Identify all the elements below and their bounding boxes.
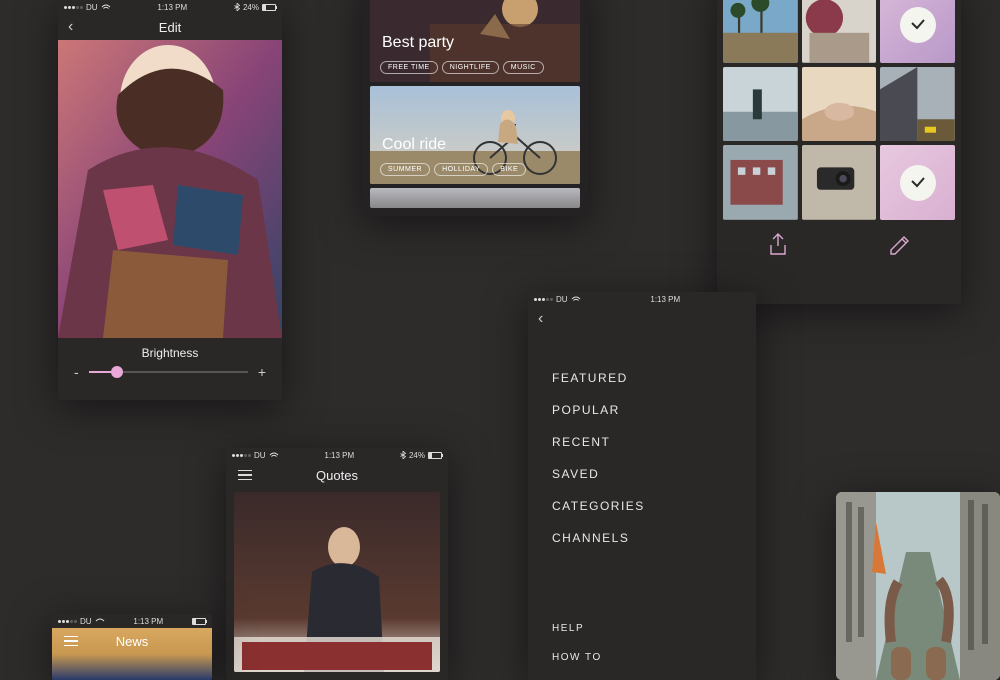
bluetooth-icon [400, 451, 406, 459]
feed-card-ride[interactable]: Cool ride SUMMER HOLLIDAY BIKE [370, 86, 580, 184]
gallery-thumb[interactable] [802, 145, 877, 220]
status-bar: DU 1:13 PM 24% [58, 0, 282, 14]
gallery-thumb[interactable] [880, 145, 955, 220]
battery-icon [192, 618, 206, 625]
wifi-icon [101, 3, 111, 11]
nav-title: Edit [159, 20, 181, 35]
carrier-label: DU [80, 617, 92, 626]
wifi-icon [571, 295, 581, 303]
menu-list-primary: FEATURED POPULAR RECENT SAVED CATEGORIES… [528, 332, 756, 564]
tag-pill[interactable]: MUSIC [503, 61, 544, 74]
status-bar: DU 1:13 PM [528, 292, 756, 306]
nav-bar: News [52, 628, 212, 654]
share-button[interactable] [764, 231, 792, 264]
gallery-thumb[interactable] [880, 0, 955, 63]
menu-item-howto[interactable]: HOW TO [552, 643, 732, 672]
quotes-phone: DU 1:13 PM 24% Quotes [226, 448, 448, 680]
status-bar: DU 1:13 PM 24% [226, 448, 448, 462]
menu-item-popular[interactable]: POPULAR [552, 394, 732, 426]
menu-item-recent[interactable]: RECENT [552, 426, 732, 458]
battery-pct-label: 24% [243, 3, 259, 12]
nav-bar: ‹ Edit [58, 14, 282, 40]
news-content-peek [52, 654, 212, 680]
quote-image[interactable] [234, 492, 440, 672]
menu-item-signout[interactable]: SIGN OUT [552, 672, 732, 680]
nav-title: Quotes [316, 468, 358, 483]
menu-item-channels[interactable]: CHANNELS [552, 522, 732, 554]
wifi-icon [95, 617, 105, 625]
gallery-thumb[interactable] [723, 0, 798, 63]
nav-bar: ‹ [528, 306, 756, 332]
check-icon [900, 7, 936, 43]
clock-label: 1:13 PM [157, 3, 187, 12]
tag-pill[interactable]: HOLLIDAY [434, 163, 488, 176]
brightness-label: Brightness [58, 346, 282, 360]
battery-icon [428, 452, 442, 459]
gallery-thumb[interactable] [802, 0, 877, 63]
gallery-thumb[interactable] [723, 145, 798, 220]
battery-pct-label: 24% [409, 451, 425, 460]
feed-phone: Best party FREE TIME NIGHTLIFE MUSIC Coo… [362, 0, 588, 216]
tag-pill[interactable]: FREE TIME [380, 61, 438, 74]
gallery-thumb[interactable] [723, 67, 798, 142]
menu-button[interactable] [238, 470, 252, 481]
gallery-phone [717, 0, 961, 304]
plus-icon[interactable]: + [258, 364, 266, 380]
carrier-label: DU [86, 3, 98, 12]
city-photo-card[interactable] [836, 492, 1000, 680]
menu-phone: DU 1:13 PM ‹ FEATURED POPULAR RECENT SAV… [528, 292, 756, 680]
status-bar: DU 1:13 PM [52, 614, 212, 628]
news-phone: DU 1:13 PM News [52, 614, 212, 680]
clock-label: 1:13 PM [324, 451, 354, 460]
gallery-thumb[interactable] [880, 67, 955, 142]
edit-phone: DU 1:13 PM 24% ‹ Edit Brightness - [58, 0, 282, 400]
menu-item-featured[interactable]: FEATURED [552, 362, 732, 394]
clock-label: 1:13 PM [650, 295, 680, 304]
wifi-icon [269, 451, 279, 459]
menu-item-categories[interactable]: CATEGORIES [552, 490, 732, 522]
card-title: Cool ride [382, 136, 446, 154]
back-button[interactable]: ‹ [538, 310, 543, 328]
tag-pill[interactable]: NIGHTLIFE [442, 61, 499, 74]
feed-card-party[interactable]: Best party FREE TIME NIGHTLIFE MUSIC [370, 0, 580, 82]
tag-pill[interactable]: SUMMER [380, 163, 430, 176]
carrier-label: DU [556, 295, 568, 304]
menu-list-secondary: HELP HOW TO SIGN OUT [528, 604, 756, 680]
clock-label: 1:13 PM [133, 617, 163, 626]
bluetooth-icon [234, 3, 240, 11]
feed-card-peek[interactable] [370, 188, 580, 208]
slider-track[interactable] [89, 371, 248, 373]
nav-title: News [116, 634, 149, 649]
tag-pill[interactable]: BIKE [492, 163, 526, 176]
edit-button[interactable] [886, 231, 914, 264]
nav-bar: Quotes [226, 462, 448, 488]
edit-photo[interactable] [58, 40, 282, 338]
battery-icon [262, 4, 276, 11]
check-icon [900, 165, 936, 201]
minus-icon[interactable]: - [74, 364, 79, 380]
gallery-thumb[interactable] [802, 67, 877, 142]
card-title: Best party [382, 34, 454, 52]
menu-button[interactable] [64, 636, 78, 647]
menu-item-saved[interactable]: SAVED [552, 458, 732, 490]
carrier-label: DU [254, 451, 266, 460]
menu-item-help[interactable]: HELP [552, 614, 732, 643]
brightness-slider[interactable]: - + [58, 364, 282, 396]
back-button[interactable]: ‹ [68, 18, 73, 36]
slider-knob[interactable] [111, 366, 123, 378]
